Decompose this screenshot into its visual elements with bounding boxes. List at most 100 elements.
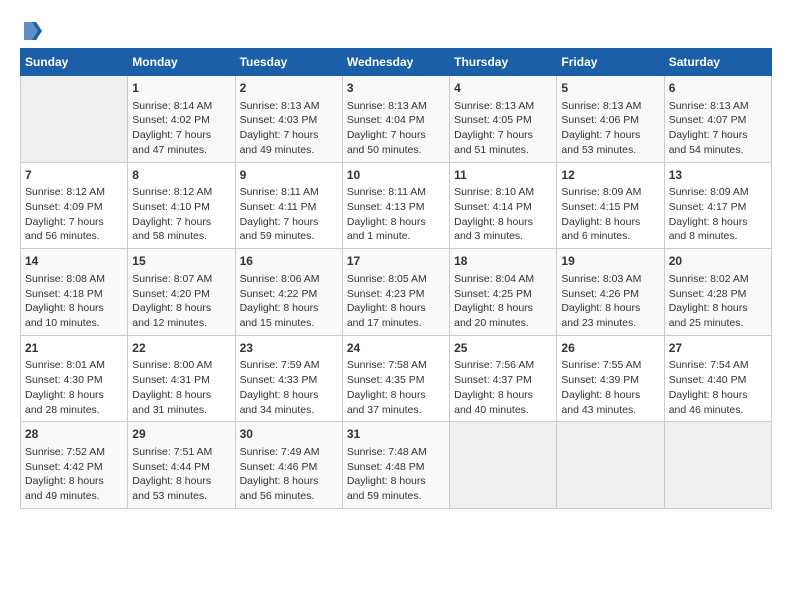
calendar-table: SundayMondayTuesdayWednesdayThursdayFrid… — [20, 48, 772, 509]
day-info: Sunrise: 8:07 AMSunset: 4:20 PMDaylight:… — [132, 272, 230, 331]
day-info: Sunrise: 7:55 AMSunset: 4:39 PMDaylight:… — [561, 358, 659, 417]
calendar-week-row: 14 Sunrise: 8:08 AMSunset: 4:18 PMDayligh… — [21, 249, 772, 336]
calendar-cell: 29 Sunrise: 7:51 AMSunset: 4:44 PMDayligh… — [128, 422, 235, 509]
day-info: Sunrise: 8:11 AMSunset: 4:13 PMDaylight:… — [347, 185, 445, 244]
day-number: 2 — [240, 80, 338, 97]
day-number: 31 — [347, 426, 445, 443]
calendar-cell — [21, 76, 128, 163]
day-header-friday: Friday — [557, 49, 664, 76]
day-number: 22 — [132, 340, 230, 357]
day-info: Sunrise: 8:05 AMSunset: 4:23 PMDaylight:… — [347, 272, 445, 331]
day-number: 1 — [132, 80, 230, 97]
day-info: Sunrise: 8:14 AMSunset: 4:02 PMDaylight:… — [132, 99, 230, 158]
day-info: Sunrise: 8:01 AMSunset: 4:30 PMDaylight:… — [25, 358, 123, 417]
calendar-cell: 4Sunrise: 8:13 AMSunset: 4:05 PMDaylight… — [450, 76, 557, 163]
calendar-cell: 17 Sunrise: 8:05 AMSunset: 4:23 PMDayligh… — [342, 249, 449, 336]
day-number: 12 — [561, 167, 659, 184]
day-number: 9 — [240, 167, 338, 184]
calendar-cell: 25Sunrise: 7:56 AMSunset: 4:37 PMDayligh… — [450, 335, 557, 422]
calendar-cell: 16Sunrise: 8:06 AMSunset: 4:22 PMDayligh… — [235, 249, 342, 336]
calendar-cell: 1 Sunrise: 8:14 AMSunset: 4:02 PMDaylight… — [128, 76, 235, 163]
day-header-tuesday: Tuesday — [235, 49, 342, 76]
calendar-week-row: 1 Sunrise: 8:14 AMSunset: 4:02 PMDaylight… — [21, 76, 772, 163]
calendar-cell: 22Sunrise: 8:00 AMSunset: 4:31 PMDayligh… — [128, 335, 235, 422]
day-number: 18 — [454, 253, 552, 270]
day-number: 28 — [25, 426, 123, 443]
day-number: 24 — [347, 340, 445, 357]
day-info: Sunrise: 8:13 AMSunset: 4:03 PMDaylight:… — [240, 99, 338, 158]
day-info: Sunrise: 7:51 AMSunset: 4:44 PMDaylight:… — [132, 445, 230, 504]
day-number: 14 — [25, 253, 123, 270]
day-header-sunday: Sunday — [21, 49, 128, 76]
day-info: Sunrise: 7:49 AMSunset: 4:46 PMDaylight:… — [240, 445, 338, 504]
day-number: 23 — [240, 340, 338, 357]
calendar-cell: 14 Sunrise: 8:08 AMSunset: 4:18 PMDayligh… — [21, 249, 128, 336]
day-number: 26 — [561, 340, 659, 357]
calendar-cell — [450, 422, 557, 509]
calendar-cell: 18 Sunrise: 8:04 AMSunset: 4:25 PMDayligh… — [450, 249, 557, 336]
day-info: Sunrise: 7:59 AMSunset: 4:33 PMDaylight:… — [240, 358, 338, 417]
calendar-cell: 7Sunrise: 8:12 AMSunset: 4:09 PMDaylight… — [21, 162, 128, 249]
day-number: 15 — [132, 253, 230, 270]
day-info: Sunrise: 8:13 AMSunset: 4:06 PMDaylight:… — [561, 99, 659, 158]
day-info: Sunrise: 8:09 AMSunset: 4:15 PMDaylight:… — [561, 185, 659, 244]
day-number: 29 — [132, 426, 230, 443]
calendar-week-row: 7Sunrise: 8:12 AMSunset: 4:09 PMDaylight… — [21, 162, 772, 249]
day-number: 13 — [669, 167, 767, 184]
calendar-cell: 27Sunrise: 7:54 AMSunset: 4:40 PMDayligh… — [664, 335, 771, 422]
day-info: Sunrise: 8:10 AMSunset: 4:14 PMDaylight:… — [454, 185, 552, 244]
day-number: 5 — [561, 80, 659, 97]
day-number: 19 — [561, 253, 659, 270]
day-info: Sunrise: 8:03 AMSunset: 4:26 PMDaylight:… — [561, 272, 659, 331]
day-number: 21 — [25, 340, 123, 357]
day-number: 7 — [25, 167, 123, 184]
calendar-cell: 11Sunrise: 8:10 AMSunset: 4:14 PMDayligh… — [450, 162, 557, 249]
day-info: Sunrise: 7:52 AMSunset: 4:42 PMDaylight:… — [25, 445, 123, 504]
calendar-cell: 15 Sunrise: 8:07 AMSunset: 4:20 PMDayligh… — [128, 249, 235, 336]
day-info: Sunrise: 7:56 AMSunset: 4:37 PMDaylight:… — [454, 358, 552, 417]
day-info: Sunrise: 7:54 AMSunset: 4:40 PMDaylight:… — [669, 358, 767, 417]
calendar-week-row: 21Sunrise: 8:01 AMSunset: 4:30 PMDayligh… — [21, 335, 772, 422]
day-header-saturday: Saturday — [664, 49, 771, 76]
calendar-cell: 21Sunrise: 8:01 AMSunset: 4:30 PMDayligh… — [21, 335, 128, 422]
day-info: Sunrise: 8:12 AMSunset: 4:10 PMDaylight:… — [132, 185, 230, 244]
day-number: 16 — [240, 253, 338, 270]
day-number: 27 — [669, 340, 767, 357]
calendar-cell: 30 Sunrise: 7:49 AMSunset: 4:46 PMDayligh… — [235, 422, 342, 509]
calendar-cell: 6Sunrise: 8:13 AMSunset: 4:07 PMDaylight… — [664, 76, 771, 163]
calendar-cell: 23Sunrise: 7:59 AMSunset: 4:33 PMDayligh… — [235, 335, 342, 422]
calendar-cell: 31 Sunrise: 7:48 AMSunset: 4:48 PMDayligh… — [342, 422, 449, 509]
day-header-monday: Monday — [128, 49, 235, 76]
day-info: Sunrise: 8:08 AMSunset: 4:18 PMDaylight:… — [25, 272, 123, 331]
calendar-cell: 13Sunrise: 8:09 AMSunset: 4:17 PMDayligh… — [664, 162, 771, 249]
day-number: 17 — [347, 253, 445, 270]
calendar-cell: 2 Sunrise: 8:13 AMSunset: 4:03 PMDaylight… — [235, 76, 342, 163]
day-info: Sunrise: 7:48 AMSunset: 4:48 PMDaylight:… — [347, 445, 445, 504]
day-number: 20 — [669, 253, 767, 270]
page-header — [20, 20, 772, 38]
calendar-cell: 24Sunrise: 7:58 AMSunset: 4:35 PMDayligh… — [342, 335, 449, 422]
day-info: Sunrise: 8:04 AMSunset: 4:25 PMDaylight:… — [454, 272, 552, 331]
day-header-thursday: Thursday — [450, 49, 557, 76]
calendar-header-row: SundayMondayTuesdayWednesdayThursdayFrid… — [21, 49, 772, 76]
day-info: Sunrise: 8:09 AMSunset: 4:17 PMDaylight:… — [669, 185, 767, 244]
day-info: Sunrise: 8:02 AMSunset: 4:28 PMDaylight:… — [669, 272, 767, 331]
calendar-cell: 9Sunrise: 8:11 AMSunset: 4:11 PMDaylight… — [235, 162, 342, 249]
calendar-cell: 12Sunrise: 8:09 AMSunset: 4:15 PMDayligh… — [557, 162, 664, 249]
day-number: 6 — [669, 80, 767, 97]
day-number: 30 — [240, 426, 338, 443]
calendar-cell: 19 Sunrise: 8:03 AMSunset: 4:26 PMDayligh… — [557, 249, 664, 336]
calendar-cell: 20 Sunrise: 8:02 AMSunset: 4:28 PMDayligh… — [664, 249, 771, 336]
day-info: Sunrise: 8:11 AMSunset: 4:11 PMDaylight:… — [240, 185, 338, 244]
calendar-cell: 8Sunrise: 8:12 AMSunset: 4:10 PMDaylight… — [128, 162, 235, 249]
day-number: 8 — [132, 167, 230, 184]
day-info: Sunrise: 8:13 AMSunset: 4:04 PMDaylight:… — [347, 99, 445, 158]
day-info: Sunrise: 7:58 AMSunset: 4:35 PMDaylight:… — [347, 358, 445, 417]
day-number: 10 — [347, 167, 445, 184]
calendar-cell: 28 Sunrise: 7:52 AMSunset: 4:42 PMDayligh… — [21, 422, 128, 509]
calendar-cell — [664, 422, 771, 509]
day-header-wednesday: Wednesday — [342, 49, 449, 76]
calendar-cell: 3Sunrise: 8:13 AMSunset: 4:04 PMDaylight… — [342, 76, 449, 163]
calendar-cell: 10Sunrise: 8:11 AMSunset: 4:13 PMDayligh… — [342, 162, 449, 249]
calendar-cell — [557, 422, 664, 509]
